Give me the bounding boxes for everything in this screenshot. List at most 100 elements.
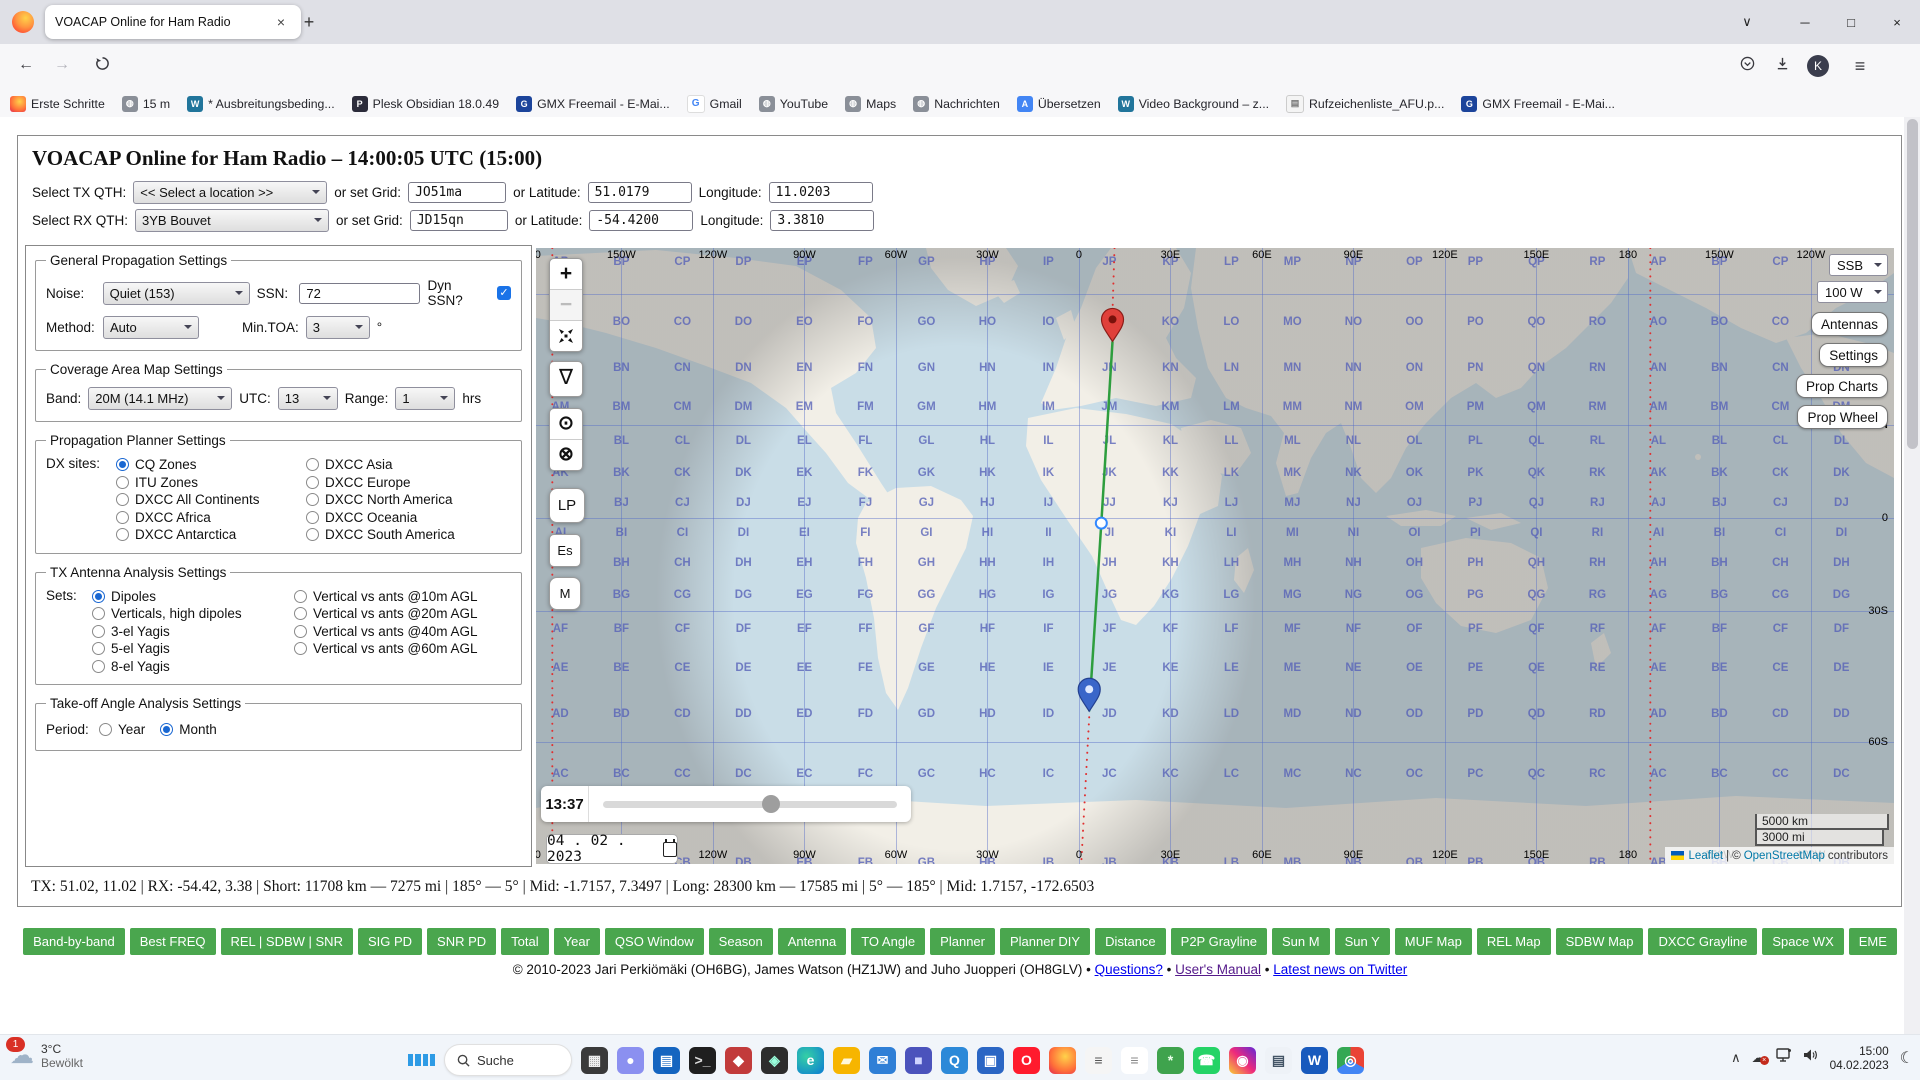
weather-widget[interactable]: ☁1 3°C Bewölkt <box>10 1039 83 1073</box>
dx-sites-option[interactable]: DXCC Antarctica <box>116 526 298 544</box>
prop-wheel-button[interactable]: Prop Wheel <box>1797 405 1888 429</box>
radio-icon[interactable] <box>306 511 319 524</box>
radio-icon[interactable] <box>92 660 105 673</box>
footer-button[interactable]: SDBW Map <box>1556 928 1644 955</box>
period-option[interactable]: Year <box>99 721 145 739</box>
tx-grid-input[interactable]: JO51ma <box>408 182 506 203</box>
long-path-button[interactable]: LP <box>549 488 585 523</box>
plant-taskbar-icon[interactable]: * <box>1157 1047 1184 1074</box>
antenna-set-option[interactable]: 5-el Yagis <box>92 640 286 658</box>
rx-longitude-input[interactable]: 3.3810 <box>770 210 874 231</box>
footer-button[interactable]: Year <box>554 928 600 955</box>
slider-thumb[interactable] <box>762 795 780 813</box>
range-select[interactable]: 1 <box>395 387 455 410</box>
explorer-taskbar-icon[interactable]: ▰ <box>833 1047 860 1074</box>
radio-icon[interactable] <box>306 528 319 541</box>
footer-button[interactable]: DXCC Grayline <box>1648 928 1757 955</box>
account-avatar[interactable]: K <box>1806 55 1830 77</box>
footer-button[interactable]: TO Angle <box>851 928 925 955</box>
rx-grid-input[interactable]: JD15qn <box>410 210 508 231</box>
dx-sites-option[interactable]: DXCC South America <box>306 526 455 544</box>
antenna-set-option[interactable]: Verticals, high dipoles <box>92 605 286 623</box>
rx-location-select[interactable]: 3YB Bouvet <box>135 209 329 232</box>
footer-link[interactable]: User's Manual <box>1175 962 1261 977</box>
radio-icon[interactable] <box>294 625 307 638</box>
radio-icon[interactable] <box>92 625 105 638</box>
muf-map-button[interactable]: M <box>549 577 581 610</box>
volume-icon[interactable] <box>1803 1048 1819 1067</box>
antennas-button[interactable]: Antennas <box>1811 312 1888 336</box>
radio-icon[interactable] <box>92 642 105 655</box>
footer-button[interactable]: Planner <box>930 928 995 955</box>
antenna-set-option[interactable]: 3-el Yagis <box>92 623 286 641</box>
es-layer-button[interactable]: Es <box>549 534 581 567</box>
footer-button[interactable]: Antenna <box>778 928 846 955</box>
antenna-set-option[interactable]: Vertical vs ants @20m AGL <box>294 605 478 623</box>
dx-sites-option[interactable]: ITU Zones <box>116 474 298 492</box>
dx-sites-option[interactable]: DXCC Africa <box>116 509 298 527</box>
footer-button[interactable]: MUF Map <box>1395 928 1472 955</box>
footer-button[interactable]: Space WX <box>1762 928 1843 955</box>
firefox-taskbar-icon[interactable] <box>1049 1047 1076 1074</box>
date-picker[interactable]: 04 . 02 . 2023 <box>546 834 678 864</box>
dx-sites-option[interactable]: DXCC Asia <box>306 456 455 474</box>
radio-icon[interactable] <box>116 511 129 524</box>
mail-taskbar-icon[interactable]: ✉ <box>869 1047 896 1074</box>
back-button[interactable]: ← <box>14 56 38 78</box>
list-tabs-button[interactable]: ∨ <box>1724 0 1770 44</box>
band-select[interactable]: 20M (14.1 MHz) <box>88 387 232 410</box>
bookmark-item[interactable]: W* Ausbreitungsbeding... <box>187 96 334 112</box>
new-tab-button[interactable]: + <box>296 10 322 36</box>
zoom-in-button[interactable]: + <box>550 259 582 290</box>
bookmark-item[interactable]: AÜbersetzen <box>1017 96 1101 112</box>
tx-latitude-input[interactable]: 51.0179 <box>588 182 692 203</box>
browser-tab[interactable]: VOACAP Online for Ham Radio × <box>45 5 301 39</box>
photos-taskbar-icon[interactable]: ▦ <box>581 1047 608 1074</box>
dx-sites-option[interactable]: CQ Zones <box>116 456 298 474</box>
footer-button[interactable]: SNR PD <box>427 928 496 955</box>
code-taskbar-icon[interactable]: ◈ <box>761 1047 788 1074</box>
antenna-set-option[interactable]: Vertical vs ants @60m AGL <box>294 640 478 658</box>
chrome-taskbar-icon[interactable]: ◎ <box>1337 1047 1364 1074</box>
radio-icon[interactable] <box>116 458 129 471</box>
night-mode-icon[interactable]: ☾ <box>1900 1048 1914 1068</box>
chat-taskbar-icon[interactable]: ● <box>617 1047 644 1074</box>
bookmark-item[interactable]: ◍Maps <box>845 96 896 112</box>
onenote-taskbar-icon[interactable]: ▤ <box>653 1047 680 1074</box>
edge-taskbar-icon[interactable]: e <box>797 1047 824 1074</box>
radio-icon[interactable] <box>116 528 129 541</box>
radio-icon[interactable] <box>99 723 112 736</box>
firefox-icon[interactable] <box>12 11 34 33</box>
scrollbar-thumb[interactable] <box>1907 119 1918 449</box>
teams-taskbar-icon[interactable]: ■ <box>905 1047 932 1074</box>
antenna-set-option[interactable]: Vertical vs ants @10m AGL <box>294 588 478 606</box>
radio-icon[interactable] <box>92 590 105 603</box>
footer-link[interactable]: Latest news on Twitter <box>1273 962 1407 977</box>
antenna-set-option[interactable]: Vertical vs ants @40m AGL <box>294 623 478 641</box>
footer-button[interactable]: SIG PD <box>358 928 422 955</box>
mintoa-select[interactable]: 3 <box>306 316 370 339</box>
footer-button[interactable]: Planner DIY <box>1000 928 1090 955</box>
footer-button[interactable]: Best FREQ <box>130 928 216 955</box>
footer-button[interactable]: Band-by-band <box>23 928 125 955</box>
bookmark-item[interactable]: PPlesk Obsidian 18.0.49 <box>352 96 499 112</box>
footer-button[interactable]: Total <box>501 928 548 955</box>
menu-icon[interactable]: ≡ <box>1848 56 1872 78</box>
footer-button[interactable]: Sun M <box>1272 928 1330 955</box>
method-select[interactable]: Auto <box>103 316 199 339</box>
page-scrollbar[interactable] <box>1904 117 1920 1035</box>
footer-button[interactable]: P2P Grayline <box>1171 928 1267 955</box>
terminator-toggle-button[interactable]: ∇ <box>549 361 583 397</box>
close-tab-icon[interactable]: × <box>271 12 291 32</box>
opera-taskbar-icon[interactable]: O <box>1013 1047 1040 1074</box>
radio-icon[interactable] <box>294 590 307 603</box>
network-icon[interactable] <box>1776 1048 1792 1067</box>
dx-sites-option[interactable]: DXCC North America <box>306 491 455 509</box>
bookmark-item[interactable]: ◍15 m <box>122 96 170 112</box>
slider-track[interactable] <box>603 786 897 822</box>
reload-button[interactable] <box>90 56 114 78</box>
dx-sites-option[interactable]: DXCC All Continents <box>116 491 298 509</box>
footer-button[interactable]: REL | SDBW | SNR <box>221 928 353 955</box>
antenna-set-option[interactable]: Dipoles <box>92 588 286 606</box>
radio-icon[interactable] <box>306 476 319 489</box>
